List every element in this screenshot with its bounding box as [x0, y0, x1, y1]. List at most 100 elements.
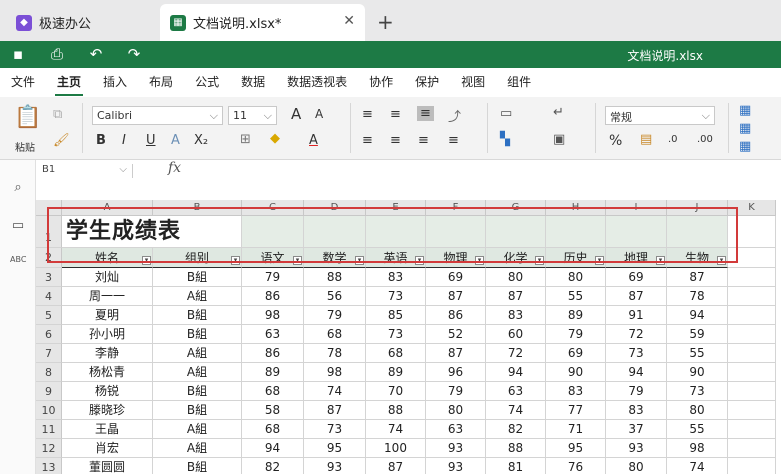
- table-cell[interactable]: 77: [546, 401, 606, 420]
- table-cell[interactable]: A組: [153, 287, 242, 306]
- table-cell[interactable]: 董圆圆: [62, 458, 153, 474]
- row-header[interactable]: 10: [36, 401, 62, 420]
- align-right-icon[interactable]: ≡: [418, 133, 429, 148]
- increase-decimal-button[interactable]: .00: [697, 134, 713, 145]
- insert-cells-icon[interactable]: ▦: [739, 103, 751, 118]
- spellcheck-icon[interactable]: ABC: [10, 255, 26, 271]
- row-header[interactable]: 5: [36, 306, 62, 325]
- table-cell[interactable]: 73: [366, 325, 426, 344]
- table-cell[interactable]: 周一一: [62, 287, 153, 306]
- table-cell[interactable]: B組: [153, 268, 242, 287]
- bold-button[interactable]: B: [96, 133, 106, 148]
- align-center-icon[interactable]: ≡: [390, 133, 401, 148]
- font-size-select[interactable]: 11 ⌵: [228, 106, 277, 125]
- menu-item[interactable]: 主页: [55, 73, 84, 96]
- table-cell[interactable]: 74: [667, 458, 728, 474]
- table-cell[interactable]: 73: [606, 344, 667, 363]
- table-cell[interactable]: 55: [667, 420, 728, 439]
- menu-item[interactable]: 视图: [461, 73, 485, 90]
- table-cell[interactable]: 夏明: [62, 306, 153, 325]
- menu-item[interactable]: 协作: [369, 73, 393, 90]
- table-cell[interactable]: 76: [546, 458, 606, 474]
- row-header[interactable]: 3: [36, 268, 62, 287]
- table-cell[interactable]: 55: [667, 344, 728, 363]
- new-tab-button[interactable]: +: [377, 10, 394, 34]
- grid-cell[interactable]: [728, 439, 776, 458]
- grid-cell[interactable]: [728, 287, 776, 306]
- cell-style-icon[interactable]: ▭: [500, 106, 512, 121]
- table-cell[interactable]: 52: [426, 325, 486, 344]
- shrink-font-button[interactable]: A: [315, 107, 323, 121]
- table-cell[interactable]: 95: [304, 439, 366, 458]
- table-cell[interactable]: 55: [546, 287, 606, 306]
- grid-cell[interactable]: [728, 325, 776, 344]
- menu-item[interactable]: 数据透视表: [287, 73, 347, 90]
- table-cell[interactable]: 93: [426, 439, 486, 458]
- grid-cell[interactable]: [728, 306, 776, 325]
- table-cell[interactable]: 73: [667, 382, 728, 401]
- table-cell[interactable]: 63: [486, 382, 546, 401]
- table-cell[interactable]: B組: [153, 401, 242, 420]
- table-cell[interactable]: 刘灿: [62, 268, 153, 287]
- table-cell[interactable]: 80: [486, 268, 546, 287]
- delete-cells-icon[interactable]: ▦: [739, 121, 751, 136]
- table-cell[interactable]: 88: [304, 268, 366, 287]
- table-cell[interactable]: 李静: [62, 344, 153, 363]
- table-cell[interactable]: 63: [242, 325, 304, 344]
- table-cell[interactable]: 83: [606, 401, 667, 420]
- font-name-select[interactable]: Calibri ⌵: [92, 106, 223, 125]
- table-cell[interactable]: 69: [426, 268, 486, 287]
- table-cell[interactable]: 滕晓珍: [62, 401, 153, 420]
- table-cell[interactable]: 94: [486, 363, 546, 382]
- row-header[interactable]: 8: [36, 363, 62, 382]
- italic-button[interactable]: I: [122, 133, 126, 148]
- table-cell[interactable]: 93: [426, 458, 486, 474]
- table-cell[interactable]: 孙小明: [62, 325, 153, 344]
- undo-icon[interactable]: ↶: [86, 45, 106, 63]
- number-format-select[interactable]: 常规 ⌵: [605, 106, 715, 125]
- grid-cell[interactable]: [728, 401, 776, 420]
- table-cell[interactable]: 89: [242, 363, 304, 382]
- table-cell[interactable]: 96: [426, 363, 486, 382]
- table-cell[interactable]: 100: [366, 439, 426, 458]
- table-cell[interactable]: 73: [304, 420, 366, 439]
- table-cell[interactable]: 87: [606, 287, 667, 306]
- table-cell[interactable]: 56: [304, 287, 366, 306]
- row-header[interactable]: 11: [36, 420, 62, 439]
- table-cell[interactable]: 94: [242, 439, 304, 458]
- table-cell[interactable]: 68: [242, 420, 304, 439]
- comment-icon[interactable]: ▭: [10, 218, 26, 234]
- menu-item[interactable]: 组件: [507, 73, 531, 90]
- table-cell[interactable]: 68: [242, 382, 304, 401]
- row-header[interactable]: 9: [36, 382, 62, 401]
- table-cell[interactable]: 78: [304, 344, 366, 363]
- align-top-icon[interactable]: ≡: [362, 107, 373, 122]
- tab-document[interactable]: ▦ 文档说明.xlsx* ✕: [160, 4, 365, 41]
- align-left-icon[interactable]: ≡: [362, 133, 373, 148]
- grid-cell[interactable]: [728, 420, 776, 439]
- table-cell[interactable]: 93: [304, 458, 366, 474]
- menu-item[interactable]: 公式: [195, 73, 219, 90]
- search-icon[interactable]: ⌕: [10, 180, 26, 196]
- menu-item[interactable]: 保护: [415, 73, 439, 90]
- table-cell[interactable]: 杨松青: [62, 363, 153, 382]
- table-cell[interactable]: 83: [546, 382, 606, 401]
- table-cell[interactable]: 82: [486, 420, 546, 439]
- grid-cell[interactable]: [728, 268, 776, 287]
- grid-cell[interactable]: [728, 344, 776, 363]
- table-cell[interactable]: 80: [667, 401, 728, 420]
- wrap-text-icon[interactable]: ↵: [553, 105, 564, 120]
- currency-icon[interactable]: ▤: [640, 132, 652, 147]
- table-cell[interactable]: 69: [546, 344, 606, 363]
- table-cell[interactable]: 70: [366, 382, 426, 401]
- table-cell[interactable]: 87: [366, 458, 426, 474]
- orientation-icon[interactable]: ⤴: [448, 106, 461, 125]
- table-cell[interactable]: 94: [606, 363, 667, 382]
- subscript-button[interactable]: X₂: [194, 133, 208, 148]
- fill-color-icon[interactable]: ◆: [270, 131, 280, 146]
- table-cell[interactable]: 63: [426, 420, 486, 439]
- table-cell[interactable]: 98: [304, 363, 366, 382]
- table-cell[interactable]: 肖宏: [62, 439, 153, 458]
- table-cell[interactable]: 98: [242, 306, 304, 325]
- grid-cell[interactable]: [728, 382, 776, 401]
